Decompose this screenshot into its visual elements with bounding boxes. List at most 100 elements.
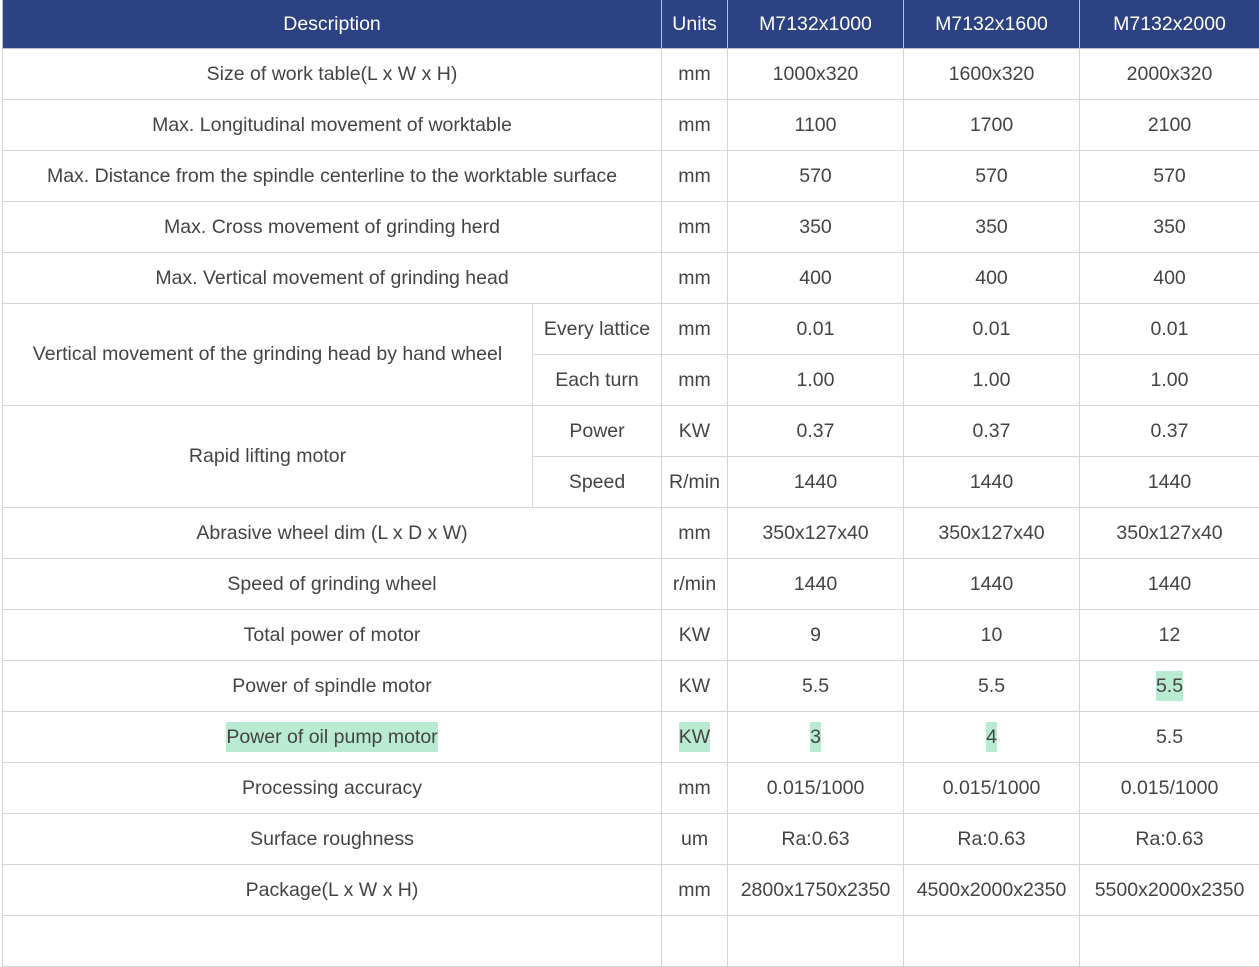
row-unit: mm	[662, 100, 728, 151]
row-value: 0.015/1000	[904, 763, 1080, 814]
header-model: M7132x2000	[1080, 0, 1259, 49]
table-row-cut	[3, 916, 1259, 967]
row-value: 1.00	[904, 355, 1080, 406]
row-value: 350	[728, 202, 904, 253]
row-value: 10	[904, 610, 1080, 661]
row-value: Ra:0.63	[1080, 814, 1259, 865]
header-row: Description Units M7132x1000 M7132x1600 …	[3, 0, 1259, 49]
row-value: 2100	[1080, 100, 1259, 151]
cut-cell	[662, 916, 728, 967]
row-value: 1.00	[1080, 355, 1259, 406]
table-row: Vertical movement of the grinding head b…	[3, 304, 1259, 355]
row-value: 1440	[904, 457, 1080, 508]
row-unit: KW	[662, 661, 728, 712]
highlighted-text: Power of oil pump motor	[226, 722, 437, 752]
row-description: Speed of grinding wheel	[3, 559, 662, 610]
table-row: Max. Vertical movement of grinding head …	[3, 253, 1259, 304]
table-row: Max. Distance from the spindle centerlin…	[3, 151, 1259, 202]
row-value: 5500x2000x2350	[1080, 865, 1259, 916]
table-row: Abrasive wheel dim (L x D x W) mm 350x12…	[3, 508, 1259, 559]
row-unit: mm	[662, 508, 728, 559]
row-value: 2800x1750x2350	[728, 865, 904, 916]
highlighted-text: 5.5	[1156, 671, 1183, 701]
table-row: Rapid lifting motor Power KW 0.37 0.37 0…	[3, 406, 1259, 457]
row-value: 12	[1080, 610, 1259, 661]
row-description: Vertical movement of the grinding head b…	[3, 304, 533, 406]
row-unit: mm	[662, 865, 728, 916]
cut-cell	[1080, 916, 1259, 967]
row-value: 350x127x40	[728, 508, 904, 559]
row-value: 0.01	[904, 304, 1080, 355]
row-value: 5.5	[1080, 661, 1259, 712]
row-value: 1600x320	[904, 49, 1080, 100]
row-value: 2000x320	[1080, 49, 1259, 100]
header-model: M7132x1600	[904, 0, 1080, 49]
row-value: 570	[904, 151, 1080, 202]
row-value: Ra:0.63	[904, 814, 1080, 865]
row-unit: KW	[662, 406, 728, 457]
row-value: 350	[1080, 202, 1259, 253]
row-subdescription: Speed	[533, 457, 662, 508]
row-value: 4	[904, 712, 1080, 763]
row-description: Max. Vertical movement of grinding head	[3, 253, 662, 304]
row-unit: mm	[662, 253, 728, 304]
row-value: 350x127x40	[904, 508, 1080, 559]
row-subdescription: Power	[533, 406, 662, 457]
row-unit: R/min	[662, 457, 728, 508]
row-value: 1440	[904, 559, 1080, 610]
row-unit: r/min	[662, 559, 728, 610]
row-description: Max. Distance from the spindle centerlin…	[3, 151, 662, 202]
table-row: Size of work table(L x W x H) mm 1000x32…	[3, 49, 1259, 100]
row-value: 400	[728, 253, 904, 304]
row-value: 0.015/1000	[728, 763, 904, 814]
row-description: Package(L x W x H)	[3, 865, 662, 916]
row-description: Power of spindle motor	[3, 661, 662, 712]
row-value: 1440	[1080, 457, 1259, 508]
row-value: 350	[904, 202, 1080, 253]
row-value: 1100	[728, 100, 904, 151]
table-row: Surface roughness um Ra:0.63 Ra:0.63 Ra:…	[3, 814, 1259, 865]
cut-cell	[728, 916, 904, 967]
header-model: M7132x1000	[728, 0, 904, 49]
row-value: 570	[1080, 151, 1259, 202]
cut-cell	[904, 916, 1080, 967]
row-value: Ra:0.63	[728, 814, 904, 865]
cut-cell	[3, 916, 662, 967]
row-value: 1440	[1080, 559, 1259, 610]
row-value: 570	[728, 151, 904, 202]
table-row: Max. Longitudinal movement of worktable …	[3, 100, 1259, 151]
row-unit: um	[662, 814, 728, 865]
row-unit: mm	[662, 304, 728, 355]
row-value: 0.37	[1080, 406, 1259, 457]
row-value: 1700	[904, 100, 1080, 151]
row-description: Size of work table(L x W x H)	[3, 49, 662, 100]
highlighted-text: 4	[986, 722, 997, 752]
row-value: 400	[1080, 253, 1259, 304]
table-row: Power of oil pump motor KW 3 4 5.5	[3, 712, 1259, 763]
row-value: 5.5	[1080, 712, 1259, 763]
row-unit: KW	[662, 610, 728, 661]
row-unit: mm	[662, 202, 728, 253]
table-row: Processing accuracy mm 0.015/1000 0.015/…	[3, 763, 1259, 814]
header-units: Units	[662, 0, 728, 49]
row-unit: mm	[662, 355, 728, 406]
row-description: Processing accuracy	[3, 763, 662, 814]
row-value: 1.00	[728, 355, 904, 406]
table-row: Speed of grinding wheel r/min 1440 1440 …	[3, 559, 1259, 610]
row-description: Max. Longitudinal movement of worktable	[3, 100, 662, 151]
row-value: 0.01	[728, 304, 904, 355]
row-value: 0.015/1000	[1080, 763, 1259, 814]
row-value: 1440	[728, 559, 904, 610]
row-value: 0.37	[904, 406, 1080, 457]
row-value: 0.01	[1080, 304, 1259, 355]
row-value: 5.5	[904, 661, 1080, 712]
row-value: 9	[728, 610, 904, 661]
table-row: Max. Cross movement of grinding herd mm …	[3, 202, 1259, 253]
row-subdescription: Every lattice	[533, 304, 662, 355]
highlighted-text: KW	[679, 722, 710, 752]
header-description: Description	[3, 0, 662, 49]
spec-table: Description Units M7132x1000 M7132x1600 …	[2, 0, 1259, 967]
table-row: Power of spindle motor KW 5.5 5.5 5.5	[3, 661, 1259, 712]
row-description: Rapid lifting motor	[3, 406, 533, 508]
row-unit: mm	[662, 49, 728, 100]
